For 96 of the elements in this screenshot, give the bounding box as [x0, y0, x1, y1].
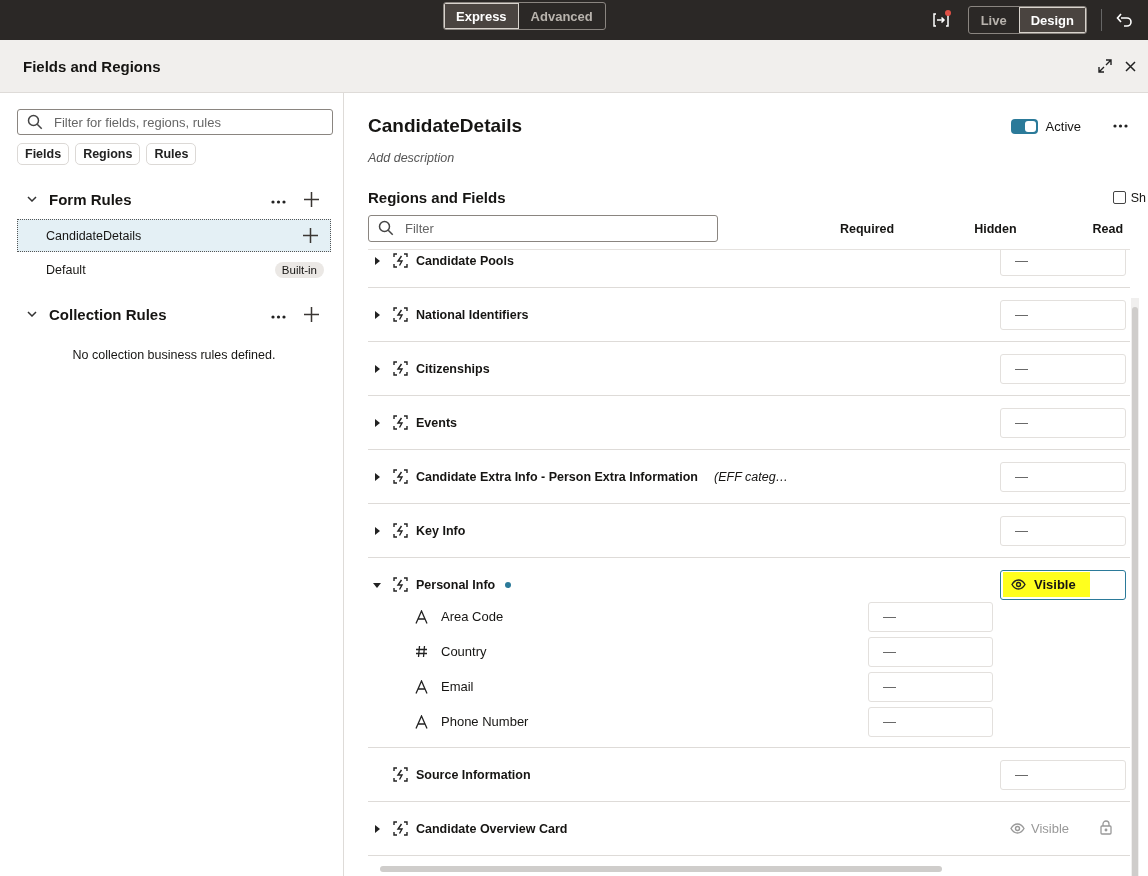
expand-caret-icon[interactable] [373, 472, 381, 481]
more-icon[interactable] [1113, 124, 1128, 128]
built-in-tag: Built-in [274, 261, 324, 278]
field-name: Country [441, 644, 487, 659]
checkbox-label: Sh [1130, 190, 1146, 205]
region-icon [393, 469, 408, 484]
section-title: Form Rules [49, 190, 133, 208]
filter-chip[interactable]: Fields [17, 143, 70, 165]
eye-icon [1011, 579, 1026, 590]
hidden-select[interactable]: — [1000, 461, 1126, 492]
checkbox[interactable] [1112, 191, 1126, 204]
expand-caret-icon[interactable] [373, 256, 381, 265]
column-header: Read [1092, 221, 1123, 236]
region-name: Citizenships [416, 361, 490, 376]
panel-title: Fields and Regions [23, 57, 162, 75]
toggle-label: Active [1045, 118, 1081, 134]
filter-chip[interactable]: Rules [146, 143, 197, 165]
active-toggle[interactable] [1010, 118, 1038, 134]
region-name: Key Info [416, 523, 466, 538]
field-name: Phone Number [441, 714, 529, 729]
expand-caret-icon[interactable] [373, 580, 381, 589]
region-name: Personal Info [416, 577, 496, 592]
filter-chip[interactable]: Regions [75, 143, 141, 165]
hidden-select[interactable]: — [1000, 250, 1126, 276]
region-name: Candidate Overview Card [416, 821, 568, 836]
column-header: Required [840, 221, 895, 236]
section-title: Collection Rules [49, 305, 168, 323]
hidden-select[interactable]: — [1000, 407, 1126, 438]
expand-caret-icon[interactable] [373, 526, 381, 535]
region-icon [393, 253, 408, 268]
add-icon[interactable] [304, 306, 319, 322]
region-name: Events [416, 415, 457, 430]
mode-tab[interactable]: Design [1018, 7, 1086, 33]
lock-icon [1100, 819, 1112, 835]
hidden-select[interactable]: — [1000, 299, 1126, 330]
field-name: Email [441, 679, 474, 694]
expand-caret-icon[interactable] [373, 364, 381, 373]
chevron-icon[interactable] [27, 311, 37, 317]
expand-caret-icon[interactable] [373, 418, 381, 427]
region-icon [393, 577, 408, 592]
letter-a-icon [415, 714, 428, 729]
rule-item[interactable]: Default Built-in [17, 253, 331, 286]
show-checkbox[interactable]: Sh [1112, 190, 1146, 205]
chevron-icon[interactable] [27, 196, 37, 202]
expand-caret-icon[interactable] [373, 310, 381, 319]
undo-icon[interactable] [1116, 13, 1132, 27]
region-icon [393, 821, 408, 836]
mode-tab[interactable]: Advanced [518, 3, 605, 29]
filter-field[interactable]: Filter [368, 215, 718, 242]
letter-a-icon [415, 609, 428, 624]
empty-message: No collection business rules defined. [71, 348, 277, 362]
more-icon[interactable] [271, 199, 286, 204]
region-icon [393, 415, 408, 430]
expand-caret-icon[interactable] [373, 824, 381, 833]
search-icon [378, 220, 394, 236]
region-name: National Identifiers [416, 307, 529, 322]
hidden-select[interactable]: Visible [1000, 569, 1126, 600]
vertical-scrollbar[interactable] [1132, 307, 1138, 876]
eye-icon [1010, 823, 1025, 834]
description-placeholder[interactable]: Add description [368, 151, 1148, 165]
add-icon[interactable] [304, 191, 319, 207]
column-header: Hidden [974, 221, 1017, 236]
region-name: Candidate Pools [416, 253, 514, 268]
horizontal-scrollbar[interactable] [380, 866, 942, 872]
letter-a-icon [415, 679, 428, 694]
required-select[interactable]: — [868, 636, 993, 667]
region-icon [393, 523, 408, 538]
region-name: Source Information [416, 767, 531, 782]
hidden-select[interactable]: — [1000, 353, 1126, 384]
region-name: Candidate Extra Info - Person Extra Information [416, 469, 698, 484]
add-icon[interactable] [303, 228, 318, 243]
required-select[interactable]: — [868, 601, 993, 632]
bracket-arrow-icon [932, 13, 949, 27]
region-icon [393, 361, 408, 376]
region-note: (EFF categ… [714, 469, 789, 484]
section-title: Regions and Fields [368, 189, 507, 206]
rule-item[interactable]: CandidateDetails [17, 219, 331, 252]
rule-title: CandidateDetails [368, 115, 524, 137]
required-select[interactable]: — [868, 706, 993, 737]
search-field[interactable]: Filter for fields, regions, rules [17, 109, 333, 135]
hidden-value: Visible [1000, 819, 1126, 838]
search-icon [27, 114, 43, 130]
field-name: Area Code [441, 609, 504, 624]
region-icon [393, 307, 408, 322]
more-icon[interactable] [271, 314, 286, 319]
hidden-select[interactable]: — [1000, 759, 1126, 790]
close-icon[interactable] [1125, 60, 1136, 72]
required-select[interactable]: — [868, 671, 993, 702]
hidden-select[interactable]: — [1000, 515, 1126, 546]
region-icon [393, 767, 408, 782]
mode-tab[interactable]: Express [444, 3, 519, 29]
hash-icon [415, 645, 428, 658]
rule-name: CandidateDetails [46, 228, 143, 243]
mode-tab[interactable]: Live [968, 7, 1019, 33]
expand-icon[interactable] [1098, 59, 1112, 73]
rule-name: Default [46, 262, 87, 277]
